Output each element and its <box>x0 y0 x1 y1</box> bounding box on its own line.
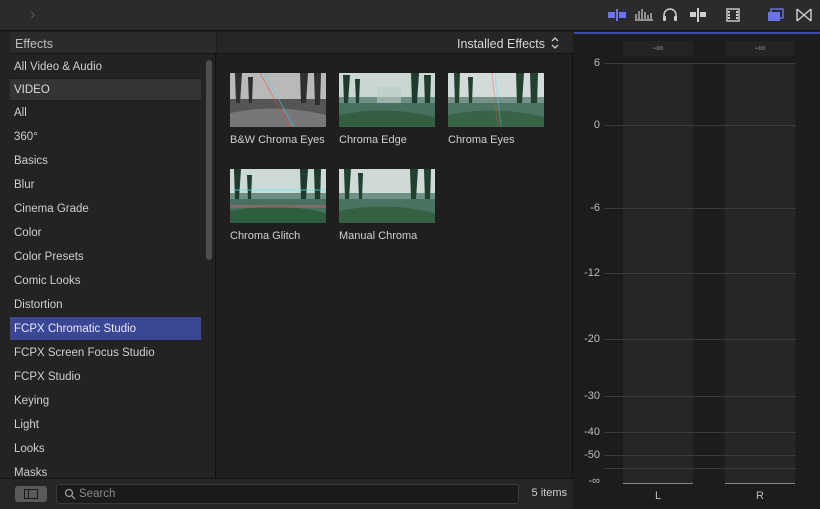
updown-chevron-icon[interactable] <box>550 36 560 50</box>
waveform-icon[interactable] <box>634 7 654 23</box>
headphones-icon[interactable] <box>660 7 680 23</box>
search-box <box>56 484 519 504</box>
item-count: 5 items <box>531 487 567 499</box>
sidebar-item-blur[interactable]: Blur <box>10 173 201 197</box>
scale-line <box>604 339 796 340</box>
scale-line <box>604 63 796 64</box>
scale-label: -20 <box>584 333 600 345</box>
scale-line <box>604 273 796 274</box>
sidebar-item-comic-looks[interactable]: Comic Looks <box>10 269 201 293</box>
peak-readout-right: -∞ <box>725 41 795 56</box>
effect-tile-label: Chroma Eyes <box>448 134 515 146</box>
scale-label: -6 <box>590 202 600 214</box>
scale-line <box>604 455 796 456</box>
category-scrollbar[interactable] <box>202 55 216 478</box>
sidebar-item-basics[interactable]: Basics <box>10 149 201 173</box>
category-scroll-thumb[interactable] <box>206 60 212 260</box>
effect-tile-label: Chroma Glitch <box>230 230 301 242</box>
effect-tile-chroma-eyes[interactable]: Chroma Eyes <box>448 73 544 147</box>
search-icon <box>64 488 76 500</box>
sidebar-item-looks[interactable]: Looks <box>10 437 201 461</box>
meter-accent-line <box>574 32 820 34</box>
scale-line <box>604 432 796 433</box>
scale-line <box>604 125 796 126</box>
sidebar-item-cinema-grade[interactable]: Cinema Grade <box>10 197 201 221</box>
effect-tile-label: Chroma Edge <box>339 134 407 146</box>
scale-line <box>604 468 796 469</box>
transitions-icon[interactable] <box>794 7 814 23</box>
channel-label-right: R <box>756 490 764 502</box>
effect-thumbnail <box>339 73 435 127</box>
sidebar-item-masks[interactable]: Masks <box>10 461 201 478</box>
scale-line <box>604 208 796 209</box>
audio-meter: -∞ -∞ 6 0 -6 -12 -20 -30 -40 -50 -∞ L R <box>574 32 820 509</box>
effects-browser: Installed Effects B&W Chroma Eyes Chroma… <box>217 32 573 478</box>
scale-label: -50 <box>584 449 600 461</box>
sidebar-section-video[interactable]: VIDEO <box>10 79 201 101</box>
scale-label: 0 <box>593 119 600 131</box>
effect-thumbnail <box>230 73 326 127</box>
sidebar-item-fcpx-screen-focus-studio[interactable]: FCPX Screen Focus Studio <box>10 341 201 365</box>
sidebar-item-all[interactable]: All <box>10 101 201 125</box>
effect-thumbnail <box>339 169 435 223</box>
sidebar-item-keying[interactable]: Keying <box>10 389 201 413</box>
sidebar-item-color-presets[interactable]: Color Presets <box>10 245 201 269</box>
show-hide-sidebar-button[interactable] <box>15 486 47 502</box>
scale-label: -30 <box>584 390 600 402</box>
scale-label: -∞ <box>588 475 600 487</box>
sidebar-item-light[interactable]: Light <box>10 413 201 437</box>
sidebar-item-distortion[interactable]: Distortion <box>10 293 201 317</box>
category-panel: Effects All Video & Audio VIDEO All 360°… <box>0 32 216 478</box>
sidebar-item-fcpx-studio[interactable]: FCPX Studio <box>10 365 201 389</box>
installed-effects-menu[interactable]: Installed Effects <box>457 37 545 51</box>
effect-tile-label: Manual Chroma <box>339 230 418 242</box>
sidebar-item-color[interactable]: Color <box>10 221 201 245</box>
effect-tile-chroma-edge[interactable]: Chroma Edge <box>339 73 435 147</box>
category-header: Effects <box>10 32 216 54</box>
channel-label-left: L <box>654 490 662 502</box>
meter-baseline-left <box>623 483 693 484</box>
effect-tile-manual-chroma[interactable]: Manual Chroma <box>339 169 435 243</box>
effect-thumbnail <box>230 169 326 223</box>
effect-thumbnail <box>448 73 544 127</box>
video-scopes-icon[interactable] <box>607 7 627 23</box>
browser-footer: 5 items <box>0 478 573 509</box>
scale-line <box>604 396 796 397</box>
filmstrip-icon[interactable] <box>723 7 743 23</box>
search-input[interactable] <box>79 486 509 502</box>
effect-tile-label: B&W Chroma Eyes <box>230 134 325 146</box>
scale-label: 6 <box>593 57 600 69</box>
effect-tile-bw-chroma-eyes[interactable]: B&W Chroma Eyes <box>230 73 326 147</box>
effect-tile-chroma-glitch[interactable]: Chroma Glitch <box>230 169 326 243</box>
sidebar-item-all-video-audio[interactable]: All Video & Audio <box>10 55 201 79</box>
peak-readout-left: -∞ <box>623 41 693 56</box>
sidebar-item-fcpx-chromatic-studio[interactable]: FCPX Chromatic Studio <box>10 317 201 341</box>
category-list: All Video & Audio VIDEO All 360° Basics … <box>10 55 201 478</box>
browser-toggle-icon[interactable] <box>766 7 786 23</box>
meter-baseline-right <box>725 483 795 484</box>
snapping-icon[interactable] <box>688 7 708 23</box>
toolbar: › <box>0 0 820 31</box>
category-header-title: Effects <box>15 37 53 51</box>
sidebar-icon <box>24 489 38 499</box>
forward-button[interactable]: › <box>30 7 44 23</box>
effects-header: Installed Effects <box>217 32 573 54</box>
sidebar-item-360[interactable]: 360° <box>10 125 201 149</box>
scale-label: -12 <box>584 267 600 279</box>
scale-label: -40 <box>584 426 600 438</box>
